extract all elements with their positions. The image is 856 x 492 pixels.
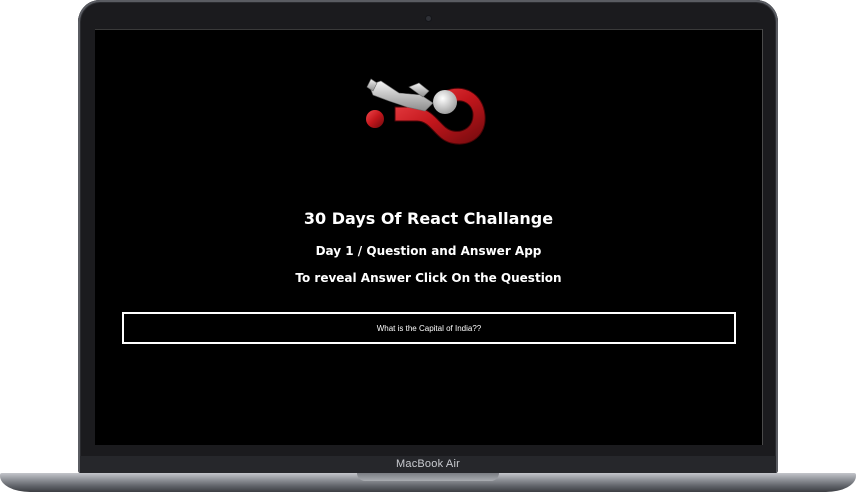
instruction-text: To reveal Answer Click On the Question bbox=[295, 271, 562, 285]
app-screen: 30 Days Of React Challange Day 1 / Quest… bbox=[95, 29, 762, 445]
page-title: 30 Days Of React Challange bbox=[303, 209, 554, 228]
lid-opening-notch bbox=[357, 473, 499, 481]
camera-icon bbox=[426, 16, 431, 21]
question-card[interactable]: What is the Capital of India?? bbox=[122, 312, 736, 344]
question-text: What is the Capital of India?? bbox=[376, 323, 482, 333]
model-label: MacBook Air bbox=[396, 458, 460, 470]
screen-bezel-edge bbox=[762, 29, 763, 445]
macbook-frame: 30 Days Of React Challange Day 1 / Quest… bbox=[0, 0, 856, 492]
question-mark-figure-icon bbox=[366, 78, 486, 145]
page-subtitle: Day 1 / Question and Answer App bbox=[315, 244, 542, 258]
screen-bezel-edge bbox=[95, 29, 763, 30]
